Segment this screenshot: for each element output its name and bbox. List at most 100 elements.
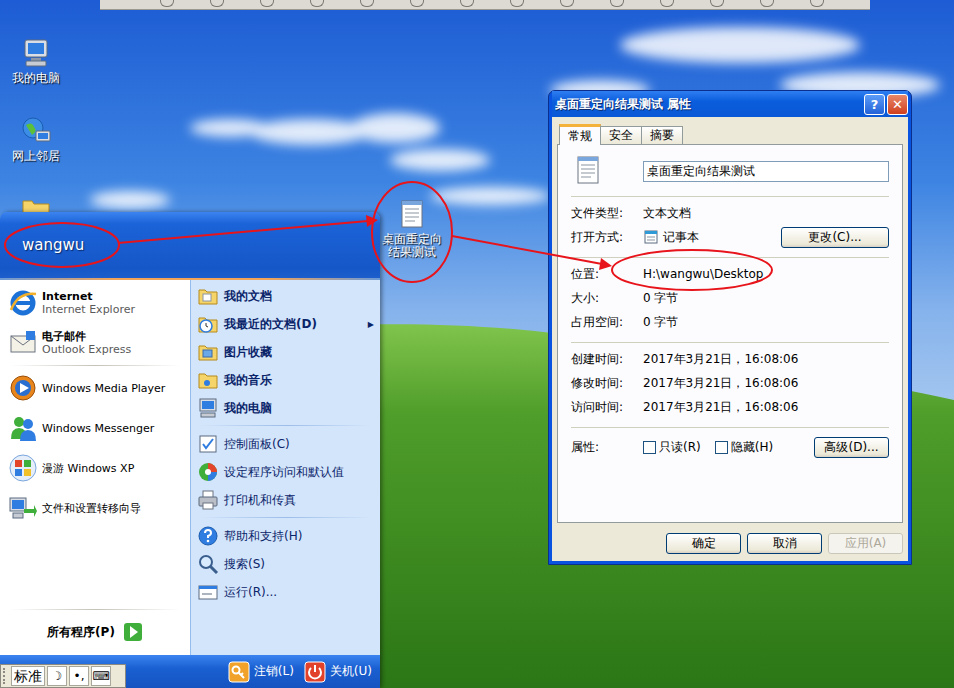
place-item[interactable]: 设定程序访问和默认值 bbox=[191, 458, 380, 486]
toolbar-button[interactable] bbox=[660, 0, 674, 7]
shutdown-button[interactable]: 关机(U) bbox=[304, 661, 372, 683]
recent-program[interactable]: Windows Messenger bbox=[0, 408, 190, 448]
key-icon bbox=[228, 661, 250, 683]
pinned-program[interactable]: 电子邮件Outlook Express bbox=[0, 323, 190, 363]
place-label: 我的音乐 bbox=[224, 372, 272, 389]
place-label: 搜索(S) bbox=[224, 556, 265, 573]
toolbar-button[interactable] bbox=[260, 0, 274, 7]
help-button[interactable]: ? bbox=[864, 94, 885, 115]
search-icon bbox=[197, 553, 219, 575]
desktop-file-label: 桌面重定向结果测试 bbox=[381, 233, 443, 259]
toolbar-strip bbox=[100, 0, 870, 10]
dialog-body: 常规安全摘要桌面重定向结果测试文件类型:文本文档打开方式:记事本更改(C)...… bbox=[552, 117, 908, 561]
program-label: Windows Media Player bbox=[42, 382, 165, 395]
all-programs-button[interactable]: 所有程序(P) bbox=[0, 612, 190, 652]
ime-button[interactable]: ⌨ bbox=[91, 666, 111, 686]
ime-button[interactable]: ☽ bbox=[47, 666, 67, 686]
green-arrow-icon bbox=[123, 622, 143, 642]
ime-mode[interactable]: 标准 bbox=[11, 666, 45, 686]
ime-grip[interactable] bbox=[3, 668, 9, 684]
place-item[interactable]: 运行(R)... bbox=[191, 578, 380, 606]
attributes-row: 属性:只读(R)隐藏(H)高级(D)... bbox=[571, 432, 889, 462]
desktop-file[interactable]: 桌面重定向结果测试 bbox=[374, 199, 450, 259]
logoff-button[interactable]: 注销(L) bbox=[228, 661, 294, 683]
pinned-program[interactable]: InternetInternet Explorer bbox=[0, 283, 190, 323]
place-item[interactable]: 我的电脑 bbox=[191, 394, 380, 422]
advanced-button[interactable]: 高级(D)... bbox=[814, 437, 889, 458]
tab-panel: 桌面重定向结果测试文件类型:文本文档打开方式:记事本更改(C)...位置:H:\… bbox=[557, 144, 903, 523]
icon-cell bbox=[571, 155, 643, 188]
transfer-wizard-icon bbox=[8, 493, 38, 523]
property-value: 记事本 bbox=[663, 229, 777, 246]
ime-bar: 标准☽•,⌨ bbox=[0, 664, 126, 688]
separator bbox=[571, 257, 889, 258]
tab[interactable]: 安全 bbox=[600, 126, 642, 144]
toolbar-button[interactable] bbox=[160, 0, 174, 7]
toolbar-button[interactable] bbox=[710, 0, 724, 7]
separator bbox=[571, 196, 889, 197]
attribute-checkbox[interactable]: 只读(R) bbox=[643, 439, 701, 456]
start-menu-header: wangwu bbox=[0, 212, 380, 278]
desktop-icon[interactable]: 网上邻居 bbox=[4, 115, 68, 163]
desktop-icons: 我的电脑网上邻居 bbox=[4, 37, 68, 225]
checkbox-box bbox=[643, 441, 656, 454]
place-item[interactable]: 打印机和传真 bbox=[191, 486, 380, 514]
internet-explorer-icon bbox=[8, 288, 38, 318]
computer-icon bbox=[197, 397, 219, 419]
toolbar-button[interactable] bbox=[510, 0, 524, 7]
toolbar-button[interactable] bbox=[310, 0, 324, 7]
property-label: 创建时间: bbox=[571, 351, 639, 368]
desktop-icon-label: 网上邻居 bbox=[12, 150, 60, 163]
toolbar-button[interactable] bbox=[410, 0, 424, 7]
file-name-field[interactable]: 桌面重定向结果测试 bbox=[643, 161, 889, 182]
control-panel-icon bbox=[197, 433, 219, 455]
my-computer-icon bbox=[20, 37, 52, 69]
program-subtitle: Outlook Express bbox=[42, 343, 131, 356]
recent-program[interactable]: 漫游 Windows XP bbox=[0, 448, 190, 488]
place-item[interactable]: 我的文档 bbox=[191, 282, 380, 310]
pinned-text: InternetInternet Explorer bbox=[42, 290, 135, 316]
place-item[interactable]: 图片收藏 bbox=[191, 338, 380, 366]
desktop-icon-label: 我的电脑 bbox=[12, 72, 60, 85]
messenger-icon bbox=[8, 413, 38, 443]
tab[interactable]: 摘要 bbox=[641, 126, 683, 144]
place-label: 我的文档 bbox=[224, 288, 272, 305]
windows-tour-icon bbox=[8, 453, 38, 483]
dialog-buttons: 确定取消应用(A) bbox=[557, 533, 903, 554]
toolbar-button[interactable] bbox=[460, 0, 474, 7]
dialog-button: 应用(A) bbox=[828, 533, 903, 554]
text-document-icon bbox=[576, 155, 600, 185]
run-icon bbox=[197, 581, 219, 603]
toolbar-button[interactable] bbox=[810, 0, 824, 7]
place-item[interactable]: 搜索(S) bbox=[191, 550, 380, 578]
change-button[interactable]: 更改(C)... bbox=[781, 227, 889, 248]
toolbar-button[interactable] bbox=[610, 0, 624, 7]
toolbar-button[interactable] bbox=[760, 0, 774, 7]
dialog-button[interactable]: 取消 bbox=[747, 533, 822, 554]
toolbar-button[interactable] bbox=[210, 0, 224, 7]
place-item[interactable]: 控制面板(C) bbox=[191, 430, 380, 458]
program-title: Internet bbox=[42, 290, 135, 303]
recent-program[interactable]: Windows Media Player bbox=[0, 368, 190, 408]
property-value: 0 字节 bbox=[643, 314, 678, 331]
toolbar-button[interactable] bbox=[360, 0, 374, 7]
property-value: 2017年3月21日，16:08:06 bbox=[643, 375, 798, 392]
property-label: 修改时间: bbox=[571, 375, 639, 392]
close-button[interactable]: ✕ bbox=[887, 94, 908, 115]
desktop-icon[interactable]: 我的电脑 bbox=[4, 37, 68, 85]
place-item[interactable]: 帮助和支持(H) bbox=[191, 522, 380, 550]
text-document-icon bbox=[400, 199, 424, 229]
program-label: Windows Messenger bbox=[42, 422, 154, 435]
ime-button[interactable]: •, bbox=[69, 666, 89, 686]
toolbar-button[interactable] bbox=[560, 0, 574, 7]
place-item[interactable]: 我最近的文档(D)▶ bbox=[191, 310, 380, 338]
place-label: 打印机和传真 bbox=[224, 492, 296, 509]
separator bbox=[571, 342, 889, 343]
dialog-button[interactable]: 确定 bbox=[666, 533, 741, 554]
start-menu: wangwu InternetInternet Explorer 电子邮件Outlo… bbox=[0, 212, 380, 688]
shutdown-label: 关机(U) bbox=[330, 663, 372, 680]
attribute-checkbox[interactable]: 隐藏(H) bbox=[715, 439, 773, 456]
recent-program[interactable]: 文件和设置转移向导 bbox=[0, 488, 190, 528]
tab[interactable]: 常规 bbox=[559, 124, 601, 145]
place-item[interactable]: 我的音乐 bbox=[191, 366, 380, 394]
